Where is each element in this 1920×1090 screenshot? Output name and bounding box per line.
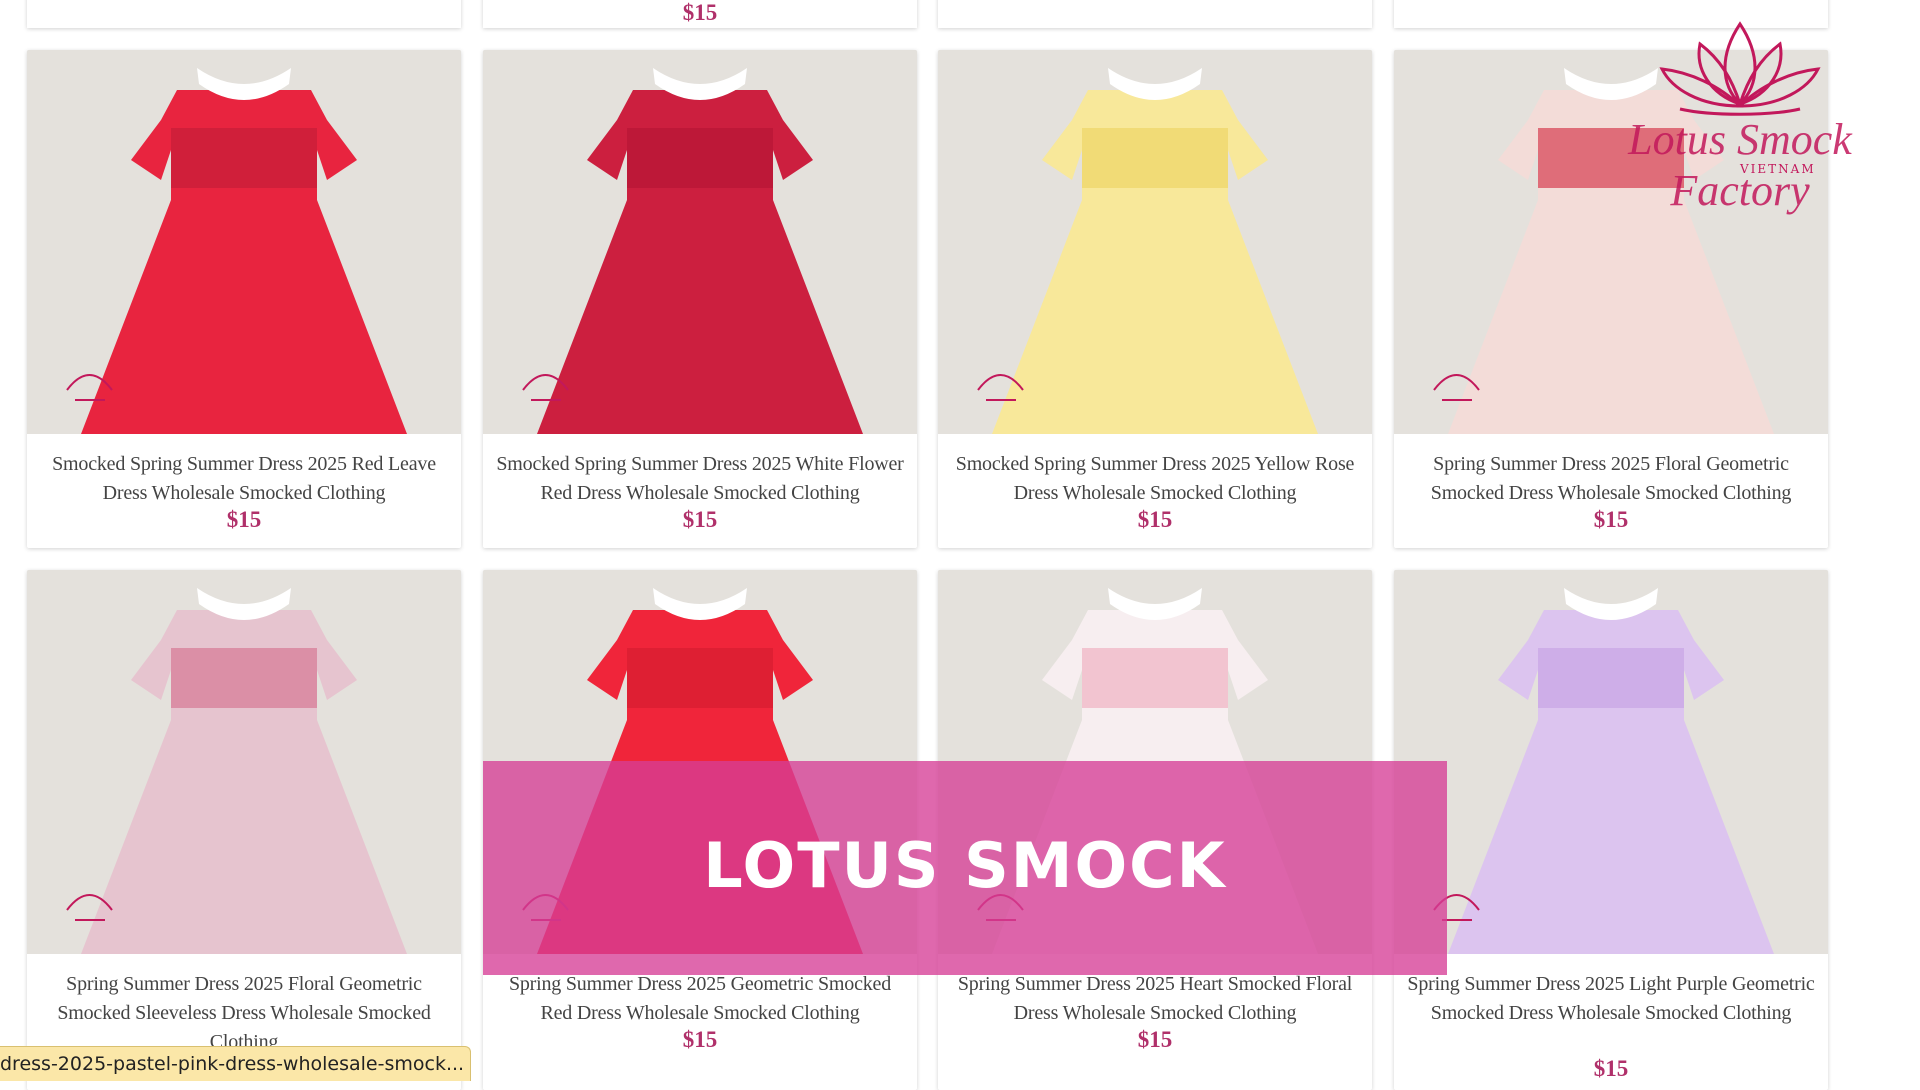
product-price: $15: [1137, 507, 1173, 532]
product-image[interactable]: [27, 570, 461, 954]
product-image[interactable]: [483, 50, 917, 434]
product-price: $15: [682, 1027, 718, 1052]
logo-subtext: VIETNAM: [1740, 162, 1816, 176]
dress-illustration: [1394, 570, 1828, 954]
product-title[interactable]: Spring Summer Dress 2025 Geometric Smock…: [493, 970, 907, 1028]
product-price: $15: [682, 507, 718, 532]
product-card[interactable]: Smocked Spring Summer Dress 2025 White F…: [483, 50, 917, 548]
product-title[interactable]: Smocked Spring Summer Dress 2025 White F…: [493, 450, 907, 508]
lotus-logo-icon: [1659, 21, 1821, 116]
product-title[interactable]: Spring Summer Dress 2025 Heart Smocked F…: [948, 970, 1362, 1028]
product-price: $15: [1137, 1027, 1173, 1052]
smocked-bodice: [1538, 648, 1684, 708]
banner-text: LOTUS SMOCK: [703, 829, 1227, 902]
smocked-bodice: [171, 128, 317, 188]
product-title[interactable]: Smocked Spring Summer Dress 2025 Yellow …: [948, 450, 1362, 508]
product-card-stub[interactable]: [938, 0, 1372, 28]
product-title[interactable]: Smocked Spring Summer Dress 2025 Red Lea…: [37, 450, 451, 508]
product-card[interactable]: Smocked Spring Summer Dress 2025 Red Lea…: [27, 50, 461, 548]
product-title[interactable]: Spring Summer Dress 2025 Floral Geometri…: [1404, 450, 1818, 508]
watermark-banner: LOTUS SMOCK: [483, 761, 1447, 975]
dress-illustration: [27, 570, 461, 954]
product-card[interactable]: Spring Summer Dress 2025 Light Purple Ge…: [1394, 570, 1828, 1090]
dress-illustration: [938, 50, 1372, 434]
product-card[interactable]: Smocked Spring Summer Dress 2025 Yellow …: [938, 50, 1372, 548]
product-price: $15: [682, 0, 718, 25]
product-title[interactable]: Spring Summer Dress 2025 Light Purple Ge…: [1404, 970, 1818, 1028]
product-card[interactable]: Spring Summer Dress 2025 Floral Geometri…: [27, 570, 461, 1090]
brand-logo: Lotus Smock Factory VIETNAM: [1560, 14, 1920, 215]
smocked-bodice: [171, 648, 317, 708]
smocked-bodice: [1082, 128, 1228, 188]
smocked-bodice: [627, 648, 773, 708]
product-image[interactable]: [1394, 570, 1828, 954]
link-status-bar: dress-2025-pastel-pink-dress-wholesale-s…: [0, 1046, 471, 1081]
product-image[interactable]: [27, 50, 461, 434]
product-price: $15: [1593, 1056, 1629, 1081]
product-image[interactable]: [938, 50, 1372, 434]
product-card-stub[interactable]: [27, 0, 461, 28]
product-title[interactable]: Spring Summer Dress 2025 Floral Geometri…: [37, 970, 451, 1057]
dress-illustration: [27, 50, 461, 434]
dress-illustration: [483, 50, 917, 434]
smocked-bodice: [627, 128, 773, 188]
product-price: $15: [1593, 507, 1629, 532]
product-card-stub[interactable]: $15: [483, 0, 917, 28]
product-price: $15: [226, 507, 262, 532]
smocked-bodice: [1082, 648, 1228, 708]
